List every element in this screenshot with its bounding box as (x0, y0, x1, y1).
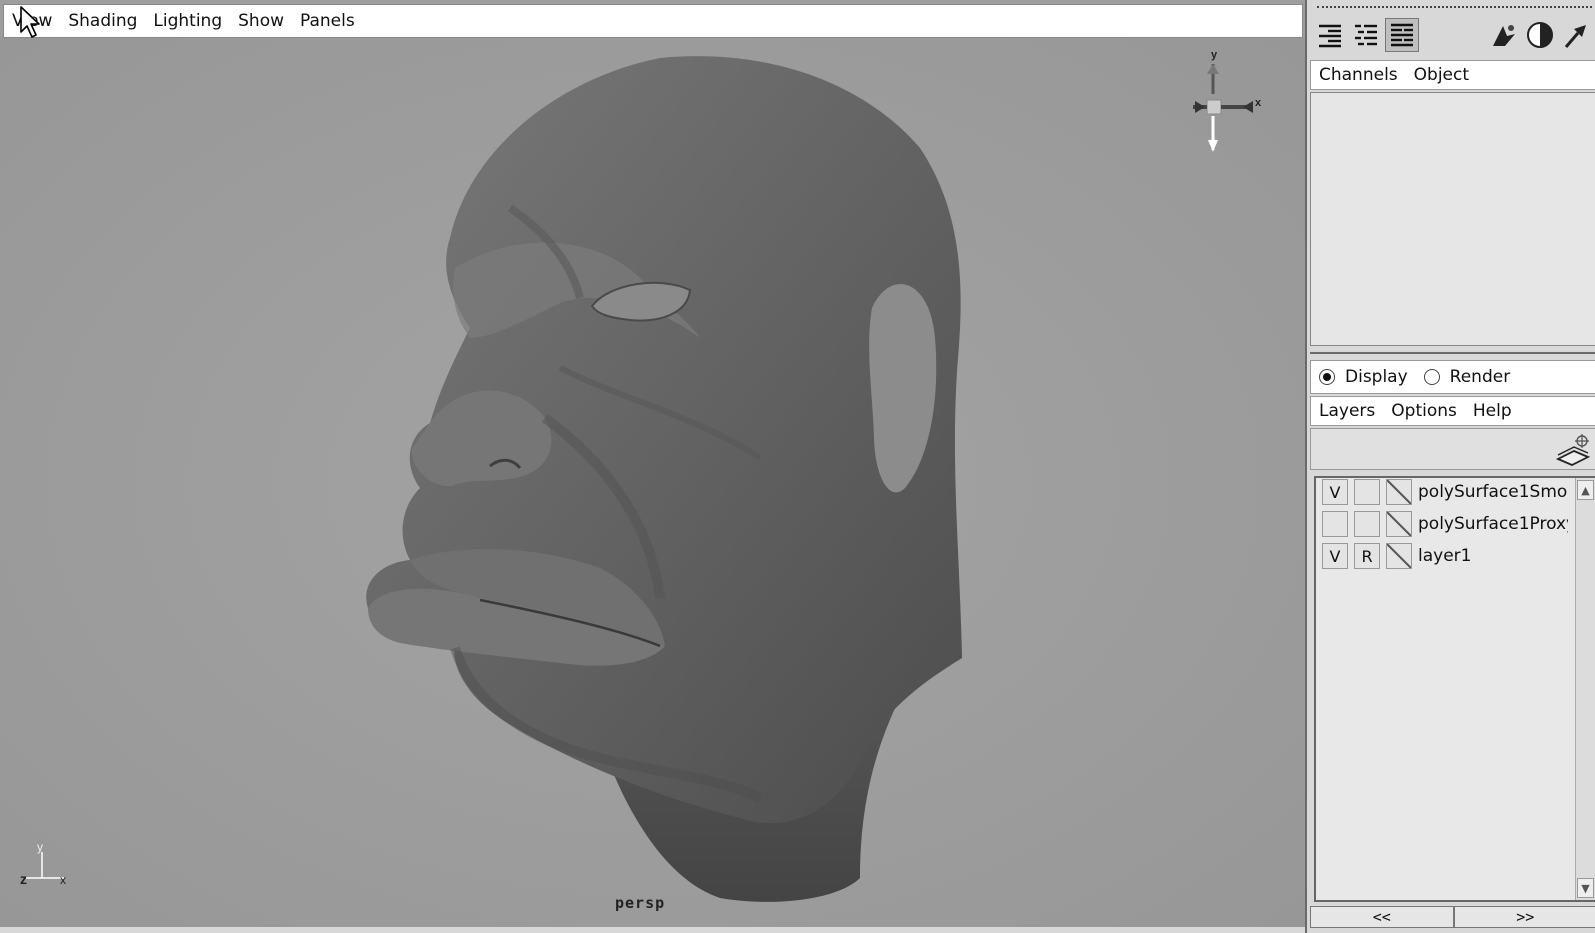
menu-shading[interactable]: Shading (68, 11, 137, 31)
modeling-toolkit-icon[interactable] (1487, 18, 1521, 52)
layer-visibility-toggle[interactable]: V (1322, 479, 1348, 505)
panel-toolbar (1307, 14, 1595, 56)
view-cube-y-label: y (1211, 49, 1218, 61)
panel-splitter[interactable] (1310, 352, 1595, 357)
next-button[interactable]: >> (1453, 906, 1595, 928)
axis-orientation-icon: y z x (20, 840, 66, 886)
attribute-editor-icon[interactable] (1313, 18, 1347, 52)
channel-box-panel: Channels Object Display Render Layers Op… (1305, 0, 1595, 933)
pin-icon[interactable] (1559, 18, 1593, 52)
layer-list-scrollbar[interactable]: ▲ ▼ (1575, 478, 1595, 900)
panel-drag-handle[interactable] (1317, 6, 1592, 12)
menu-channels[interactable]: Channels (1319, 65, 1398, 85)
render-radio[interactable] (1423, 369, 1440, 385)
layer-row[interactable]: V R layer1 (1322, 542, 1572, 570)
channels-list-area[interactable] (1310, 92, 1595, 346)
mouse-cursor-icon (20, 6, 40, 38)
viewport-menubar: View Shading Lighting Show Panels (3, 4, 1303, 38)
layer-editor-menubar: Layers Options Help (1310, 396, 1595, 426)
render-icon[interactable] (1523, 18, 1557, 52)
layer-row[interactable]: V polySurface1SmoothProxy (1322, 478, 1572, 506)
layer-name[interactable]: polySurface1ProxyMesh (1418, 514, 1568, 534)
menu-show[interactable]: Show (238, 11, 284, 31)
layer-playback-toggle[interactable] (1354, 511, 1380, 537)
layer-visibility-toggle[interactable] (1322, 511, 1348, 537)
layer-page-nav: << >> (1310, 906, 1595, 928)
previous-button[interactable]: << (1310, 906, 1454, 928)
axis-z-label: z (20, 871, 27, 886)
render-radio-label[interactable]: Render (1450, 367, 1511, 387)
menu-layers[interactable]: Layers (1319, 401, 1375, 421)
layer-list[interactable]: V polySurface1SmoothProxy polySurface1Pr… (1314, 476, 1595, 902)
viewport-panel[interactable]: View Shading Lighting Show Panels (0, 0, 1305, 927)
display-render-toggle: Display Render (1310, 360, 1595, 394)
layer-playback-toggle[interactable] (1354, 479, 1380, 505)
display-radio[interactable] (1319, 369, 1335, 385)
layer-visibility-toggle[interactable]: V (1322, 543, 1348, 569)
layer-name[interactable]: polySurface1SmoothProxy (1418, 482, 1568, 502)
axis-x-label: x (60, 873, 66, 886)
menu-panels[interactable]: Panels (300, 11, 355, 31)
axis-y-label: y (37, 840, 43, 854)
menu-options[interactable]: Options (1391, 401, 1457, 421)
sculpted-head-model[interactable] (0, 38, 1305, 927)
view-cube-icon[interactable]: y x (1193, 46, 1283, 158)
new-layer-icon[interactable] (1554, 433, 1592, 467)
display-radio-label[interactable]: Display (1345, 367, 1408, 387)
layer-color-swatch[interactable] (1386, 511, 1412, 537)
layer-color-swatch[interactable] (1386, 479, 1412, 505)
menu-lighting[interactable]: Lighting (153, 11, 222, 31)
layer-color-swatch[interactable] (1386, 543, 1412, 569)
scroll-down-icon[interactable]: ▼ (1577, 878, 1594, 898)
camera-name-label: persp (615, 894, 666, 912)
view-cube-x-label: x (1255, 97, 1262, 109)
channel-box-icon[interactable] (1385, 18, 1419, 52)
menu-help[interactable]: Help (1473, 401, 1512, 421)
layer-toolbar (1310, 428, 1595, 470)
menu-object[interactable]: Object (1414, 65, 1469, 85)
layer-playback-toggle[interactable]: R (1354, 543, 1380, 569)
channels-menubar: Channels Object (1310, 60, 1595, 90)
scroll-up-icon[interactable]: ▲ (1577, 480, 1594, 500)
layer-row[interactable]: polySurface1ProxyMesh (1322, 510, 1572, 538)
tool-settings-icon[interactable] (1349, 18, 1383, 52)
display-radio-dot (1323, 373, 1331, 381)
layer-name[interactable]: layer1 (1418, 546, 1568, 566)
